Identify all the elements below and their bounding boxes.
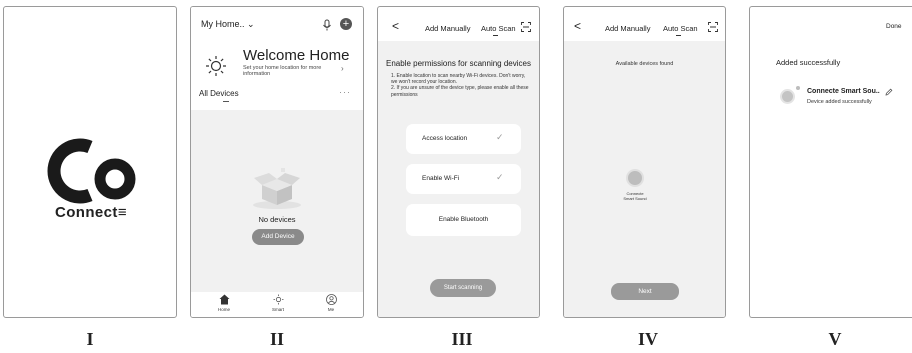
device-status: Device added successfully xyxy=(807,99,872,105)
no-devices-text: No devices xyxy=(258,215,296,224)
device-label: Connecte Smart Sound xyxy=(604,191,666,201)
back-icon[interactable]: < xyxy=(574,19,581,33)
step-label-3: III xyxy=(451,329,473,349)
instruction-2: 2. If you are unsure of the device type,… xyxy=(391,85,529,98)
permission-label: Enable Wi-Fi xyxy=(422,175,460,182)
nav-label-home: Home xyxy=(217,307,230,312)
sun-icon xyxy=(206,56,226,76)
enable-wifi-button[interactable]: Enable Wi-Fi ✓ xyxy=(406,164,521,194)
added-successfully-title: Added successfully xyxy=(776,58,841,67)
tab-add-manually[interactable]: Add Manually xyxy=(605,24,650,33)
welcome-title: Welcome Home xyxy=(243,47,350,64)
add-device-button[interactable]: Add Device xyxy=(252,229,304,245)
add-icon[interactable]: + xyxy=(340,18,352,30)
home-screen: My Home.. ⌄ + Welcome Home Set your home… xyxy=(190,6,364,318)
sun-icon xyxy=(273,294,283,305)
step-label-2: II xyxy=(269,329,284,349)
brand-wordmark: Connect≡ xyxy=(55,204,127,221)
done-button[interactable]: Done xyxy=(886,23,902,30)
available-devices-text: Available devices found xyxy=(615,61,674,67)
tab-add-manually[interactable]: Add Manually xyxy=(425,24,470,33)
chevron-right-icon[interactable]: › xyxy=(341,64,344,73)
bottom-nav: Home Smart Me xyxy=(191,292,363,317)
device-dot-icon xyxy=(796,86,800,90)
nav-label-smart: Smart xyxy=(271,307,284,312)
nav-item-home[interactable]: Home xyxy=(209,294,239,312)
welcome-subtitle[interactable]: Set your home location for more informat… xyxy=(243,65,335,77)
device-name-line2: Smart Sound xyxy=(623,196,647,201)
smart-sound-device-icon[interactable] xyxy=(626,169,644,187)
more-icon[interactable]: ··· xyxy=(339,87,351,97)
home-selector[interactable]: My Home.. ⌄ xyxy=(201,19,255,30)
added-success-screen: Done Added successfully Connecte Smart S… xyxy=(749,6,912,318)
next-button[interactable]: Next xyxy=(611,283,679,300)
permission-label: Enable Bluetooth xyxy=(438,216,489,223)
start-scanning-button[interactable]: Start scanning xyxy=(430,279,496,297)
empty-box-icon xyxy=(253,168,301,209)
permissions-screen: < Add Manually Auto Scan Enable permissi… xyxy=(377,6,540,318)
scan-icon[interactable] xyxy=(708,22,718,32)
access-location-button[interactable]: Access location ✓ xyxy=(406,124,521,154)
tab-underline xyxy=(493,35,498,36)
user-icon xyxy=(325,294,337,305)
back-icon[interactable]: < xyxy=(392,19,399,33)
step-label-4: IV xyxy=(637,329,658,349)
instruction-1: 1. Enable location to scan nearby Wi-Fi … xyxy=(391,73,526,86)
content-area xyxy=(564,41,725,317)
nav-item-smart[interactable]: Smart xyxy=(263,294,293,312)
permission-label: Access location xyxy=(422,135,468,142)
tab-all-devices[interactable]: All Devices xyxy=(199,89,239,98)
tab-underline xyxy=(676,35,681,36)
home-icon xyxy=(219,294,229,305)
permissions-instructions: 1. Enable location to scan nearby Wi-Fi … xyxy=(391,73,531,98)
tab-auto-scan[interactable]: Auto Scan xyxy=(481,24,516,33)
splash-screen: Connect≡ xyxy=(3,6,177,318)
smart-sound-device-icon xyxy=(780,89,795,104)
enable-bluetooth-button[interactable]: Enable Bluetooth xyxy=(406,204,521,236)
tab-underline xyxy=(223,101,229,102)
scan-icon[interactable] xyxy=(521,22,531,32)
tab-auto-scan[interactable]: Auto Scan xyxy=(663,24,698,33)
step-label-1: I xyxy=(86,329,94,349)
check-icon: ✓ xyxy=(496,132,504,142)
scan-results-screen: < Add Manually Auto Scan Available devic… xyxy=(563,6,726,318)
microphone-icon[interactable] xyxy=(322,19,332,31)
check-icon: ✓ xyxy=(496,172,504,182)
permissions-title: Enable permissions for scanning devices xyxy=(386,59,531,68)
nav-item-me[interactable]: Me xyxy=(316,294,346,312)
nav-label-me: Me xyxy=(327,307,335,312)
step-label-5: V xyxy=(828,329,842,349)
edit-pencil-icon[interactable] xyxy=(885,88,893,96)
device-name: Connecte Smart Sou.. xyxy=(807,88,880,95)
